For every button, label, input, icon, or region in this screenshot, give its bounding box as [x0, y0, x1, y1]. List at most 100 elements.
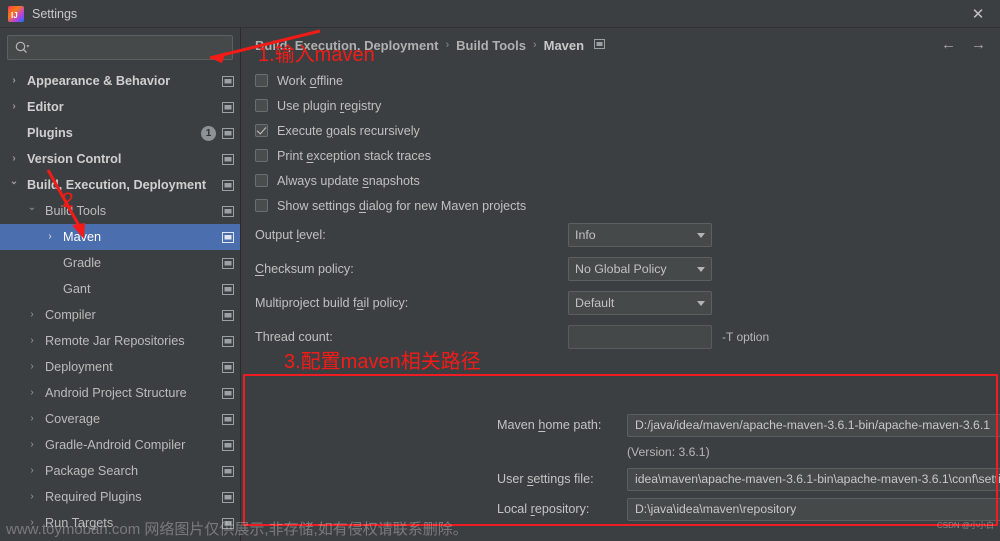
combo-0[interactable]: Info	[568, 223, 712, 247]
chevron-right-icon[interactable]: ›	[26, 309, 38, 321]
chevron-right-icon[interactable]: ›	[26, 387, 38, 399]
sidebar-item-android-project-structure[interactable]: › Android Project Structure	[0, 380, 240, 406]
reset-icon[interactable]	[222, 413, 234, 425]
checkbox-row-2[interactable]: Execute goals recursively	[255, 118, 1000, 143]
reset-icon[interactable]	[222, 101, 234, 113]
reset-icon[interactable]	[222, 309, 234, 321]
combo-row-1: Checksum policy: No Global Policy	[255, 252, 1000, 286]
mnemonic-char: o	[309, 73, 317, 88]
chevron-right-icon[interactable]: ›	[8, 101, 20, 113]
chevron-right-icon[interactable]: ›	[44, 231, 56, 243]
reset-icon[interactable]	[222, 465, 234, 477]
sidebar-item-run-targets[interactable]: › Run Targets	[0, 510, 240, 536]
sidebar-item-label: Gradle	[63, 256, 102, 270]
sidebar-item-gradle-android-compiler[interactable]: › Gradle-Android Compiler	[0, 432, 240, 458]
forward-button[interactable]: →	[971, 36, 986, 53]
reset-icon[interactable]	[222, 75, 234, 87]
checkbox-2[interactable]	[255, 124, 268, 137]
chevron-right-icon[interactable]: ›	[8, 153, 20, 165]
reset-icon[interactable]	[222, 231, 234, 243]
checkbox-row-4[interactable]: Always update snapshots	[255, 168, 1000, 193]
breadcrumb-separator: ›	[532, 39, 537, 51]
reset-icon[interactable]	[222, 205, 234, 217]
checkbox-label-5: Show settings dialog for new Maven proje…	[277, 198, 527, 213]
sidebar-item-label: Gant	[63, 282, 91, 296]
chevron-down-icon[interactable]: ⌄	[8, 176, 20, 188]
checkbox-0[interactable]	[255, 74, 268, 87]
combo-label-2: Multiproject build fail policy:	[255, 296, 409, 310]
chevron-down-icon[interactable]	[697, 232, 705, 238]
checkbox-5[interactable]	[255, 199, 268, 212]
reset-icon[interactable]	[222, 283, 234, 295]
reset-icon[interactable]	[222, 439, 234, 451]
chevron-down-icon[interactable]	[697, 300, 705, 306]
reset-icon[interactable]	[222, 335, 234, 347]
sidebar-item-build-tools[interactable]: ⌄ Build Tools	[0, 198, 240, 224]
reset-icon[interactable]	[222, 387, 234, 399]
sidebar-item-editor[interactable]: › Editor	[0, 94, 240, 120]
sidebar-item-deployment[interactable]: › Deployment	[0, 354, 240, 380]
checkbox-row-5[interactable]: Show settings dialog for new Maven proje…	[255, 193, 1000, 218]
sidebar-item-plugins[interactable]: ›Plugins1	[0, 120, 240, 146]
chevron-right-icon[interactable]: ›	[26, 491, 38, 503]
sidebar-item-gradle[interactable]: ›Gradle	[0, 250, 240, 276]
reset-icon[interactable]	[594, 36, 606, 54]
checkbox-1[interactable]	[255, 99, 268, 112]
reset-icon[interactable]	[222, 517, 234, 529]
intellij-logo-icon: IJ	[8, 5, 24, 22]
combo-1[interactable]: No Global Policy	[568, 257, 712, 281]
breadcrumb-item-2[interactable]: Maven	[544, 38, 584, 53]
chevron-right-icon[interactable]: ›	[26, 413, 38, 425]
mnemonic-char: l	[296, 228, 300, 242]
chevron-right-icon[interactable]: ›	[8, 75, 20, 87]
mnemonic-char: r	[530, 502, 535, 516]
breadcrumb-item-1[interactable]: Build Tools	[456, 38, 526, 53]
chevron-right-icon[interactable]: ›	[26, 335, 38, 347]
checkbox-row-0[interactable]: Work offline	[255, 68, 1000, 93]
maven-home-path-field[interactable]: D:/java/idea/maven/apache-maven-3.6.1-bi…	[627, 413, 1000, 437]
search-icon	[15, 41, 30, 54]
sidebar-item-maven[interactable]: › Maven	[0, 224, 240, 250]
search-box[interactable]	[7, 35, 233, 60]
mnemonic-char: s	[527, 472, 534, 486]
chevron-right-icon[interactable]: ›	[26, 361, 38, 373]
chevron-right-icon[interactable]: ›	[26, 517, 38, 529]
sidebar-item-required-plugins[interactable]: › Required Plugins	[0, 484, 240, 510]
sidebar-item-gant[interactable]: ›Gant	[0, 276, 240, 302]
sidebar-item-package-search[interactable]: › Package Search	[0, 458, 240, 484]
chevron-right-icon[interactable]: ›	[26, 439, 38, 451]
mnemonic-char: d	[358, 198, 366, 213]
checkbox-3[interactable]	[255, 149, 268, 162]
reset-icon[interactable]	[222, 179, 234, 191]
checkbox-row-3[interactable]: Print exception stack traces	[255, 143, 1000, 168]
mnemonic-char: e	[306, 148, 314, 163]
reset-icon[interactable]	[222, 127, 234, 139]
sidebar-item-remote-jar-repositories[interactable]: › Remote Jar Repositories	[0, 328, 240, 354]
checkbox-4[interactable]	[255, 174, 268, 187]
sidebar-item-appearance-behavior[interactable]: › Appearance & Behavior	[0, 68, 240, 94]
combo-2[interactable]: Default	[568, 291, 712, 315]
reset-icon[interactable]	[222, 361, 234, 373]
chevron-down-icon[interactable]: ⌄	[26, 202, 38, 214]
chevron-down-icon[interactable]	[697, 266, 705, 272]
local-repository-field[interactable]: D:\java\idea\maven\repository	[627, 497, 1000, 521]
sidebar-item-build-execution-deployment[interactable]: ⌄ Build, Execution, Deployment	[0, 172, 240, 198]
checkbox-row-1[interactable]: Use plugin registry	[255, 93, 1000, 118]
close-icon[interactable]: ✕	[968, 4, 988, 24]
mnemonic-char: a	[356, 296, 364, 310]
reset-icon[interactable]	[222, 153, 234, 165]
sidebar-item-coverage[interactable]: › Coverage	[0, 406, 240, 432]
checkbox-label-2: Execute goals recursively	[277, 123, 420, 138]
back-button[interactable]: ←	[941, 36, 956, 53]
maven-home-path-value: D:/java/idea/maven/apache-maven-3.6.1-bi…	[635, 418, 990, 432]
user-settings-file-field[interactable]: idea\maven\apache-maven-3.6.1-bin\apache…	[627, 467, 1000, 491]
reset-icon[interactable]	[222, 491, 234, 503]
reset-icon[interactable]	[222, 257, 234, 269]
chevron-right-icon[interactable]: ›	[26, 465, 38, 477]
breadcrumb-item-0[interactable]: Build, Execution, Deployment	[255, 38, 438, 53]
thread-count-input[interactable]	[568, 325, 712, 349]
search-input[interactable]	[30, 40, 232, 55]
combo-value-0: Info	[575, 228, 596, 242]
sidebar-item-compiler[interactable]: › Compiler	[0, 302, 240, 328]
sidebar-item-version-control[interactable]: › Version Control	[0, 146, 240, 172]
